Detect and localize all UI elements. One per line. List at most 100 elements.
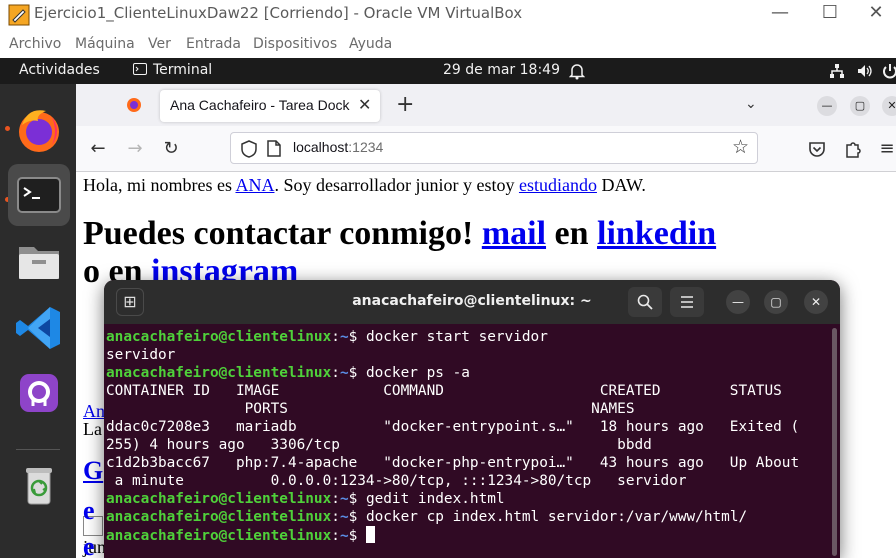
app-menu-label: Terminal (153, 62, 213, 78)
virtualbox-titlebar: Ejercicio1_ClienteLinuxDaw22 [Corriendo]… (0, 0, 896, 30)
prompt-colon: : (331, 329, 340, 345)
prompt-colon: : (331, 528, 340, 544)
hamburger-menu-icon[interactable]: ≡ (876, 138, 896, 160)
bookmark-star-icon[interactable]: ☆ (732, 136, 749, 158)
contact-text-2: en (546, 215, 598, 252)
command-text: gedit index.html (365, 491, 505, 507)
terminal-headerbar: ⊞ anacachafeiro@clientelinux: ~ — ▢ ✕ (104, 280, 840, 324)
firefox-tab-icon (127, 98, 141, 112)
partial-heading-g[interactable]: G (83, 456, 103, 486)
terminal-output-line: c1d2b3bacc67 php:7.4-apache "docker-php-… (106, 455, 800, 471)
text-cursor (365, 526, 375, 543)
terminal-output-line: 255) 4 hours ago 3306/tcp bbdd (106, 437, 652, 453)
prompt-user: anacachafeiro@clientelinux (106, 329, 332, 345)
terminal-menu-button[interactable] (670, 287, 704, 317)
menu-entrada[interactable]: Entrada (186, 36, 241, 52)
app-menu[interactable]: Terminal (133, 62, 212, 78)
activities-button[interactable]: Actividades (19, 62, 100, 78)
reload-button[interactable]: ↻ (160, 138, 182, 160)
terminal-icon[interactable] (8, 164, 70, 226)
intro-text-2: . Soy desarrollador junior y estoy (274, 175, 519, 195)
prompt-colon: : (331, 365, 340, 381)
vscode-logo (16, 307, 60, 349)
prompt-user: anacachafeiro@clientelinux (106, 509, 332, 525)
hamburger-icon (681, 296, 693, 308)
back-button[interactable]: ← (87, 138, 109, 160)
menu-maquina[interactable]: Máquina (75, 36, 135, 52)
page-info-icon[interactable] (267, 140, 281, 157)
firefox-close-button[interactable]: ✕ (882, 96, 896, 116)
close-button[interactable]: ✕ (856, 2, 896, 26)
ana-link[interactable]: ANA (235, 175, 274, 195)
terminal-scrollbar[interactable] (832, 328, 837, 556)
network-icon[interactable] (829, 63, 845, 79)
linkedin-link[interactable]: linkedin (597, 215, 716, 252)
terminal-output-line: a minute 0.0.0.0:1234->80/tcp, :::1234->… (106, 473, 687, 489)
search-icon (637, 294, 653, 310)
vscode-icon[interactable] (8, 297, 70, 359)
firefox-maximize-button[interactable]: ▢ (850, 96, 870, 116)
files-icon[interactable] (8, 231, 70, 293)
tab-active[interactable]: Ana Cachafeiro - Tarea Docker ✕ (160, 90, 380, 122)
partial-link-e2[interactable]: e (83, 532, 95, 558)
ubuntu-dock (0, 84, 76, 558)
trash-logo (26, 468, 52, 505)
extensions-icon[interactable] (844, 139, 862, 159)
tab-close-icon[interactable]: ✕ (358, 95, 371, 114)
prompt-path: ~ (339, 329, 349, 345)
menu-archivo[interactable]: Archivo (9, 36, 61, 52)
prompt-user: anacachafeiro@clientelinux (106, 365, 332, 381)
menu-ver[interactable]: Ver (148, 36, 171, 52)
forward-button[interactable]: → (124, 138, 146, 160)
github-desktop-logo (20, 374, 58, 412)
terminal-output-line: CONTAINER ID IMAGE COMMAND CREATED STATU… (106, 383, 782, 399)
mail-link[interactable]: mail (482, 215, 546, 252)
prompt-path: ~ (339, 509, 349, 525)
minimize-button[interactable]: — (760, 2, 800, 26)
terminal-command-line: anacachafeiro@clientelinux:~$ docker cp … (106, 508, 832, 526)
contact-text-1: Puedes contactar conmigo! (83, 215, 482, 252)
firefox-icon[interactable] (8, 99, 70, 161)
terminal-minimize-button[interactable]: — (726, 290, 750, 314)
url-port: :1234 (348, 139, 384, 155)
prompt-path: ~ (339, 528, 349, 544)
github-desktop-icon[interactable] (8, 362, 70, 424)
list-tabs-button[interactable]: ⌄ (745, 96, 757, 112)
terminal-command-line: anacachafeiro@clientelinux:~$ docker ps … (106, 364, 832, 382)
intro-paragraph: Hola, mi nombres es ANA. Soy desarrollad… (83, 175, 646, 196)
command-text: docker start servidor (365, 329, 548, 345)
firefox-logo (19, 110, 59, 152)
prompt-symbol: $ (348, 329, 366, 345)
intro-text-1: Hola, mi nombres es (83, 175, 236, 195)
terminal-command-line: anacachafeiro@clientelinux:~$ (106, 526, 832, 544)
power-icon[interactable] (882, 63, 896, 79)
menu-dispositivos[interactable]: Dispositivos (253, 36, 337, 52)
url-bar[interactable]: localhost:1234 ☆ (230, 132, 758, 164)
pocket-icon[interactable] (808, 140, 826, 158)
clock[interactable]: 29 de mar 18:49 (443, 62, 560, 78)
terminal-search-button[interactable] (628, 287, 662, 317)
volume-icon[interactable] (857, 63, 873, 79)
terminal-command-line: anacachafeiro@clientelinux:~$ gedit inde… (106, 490, 832, 508)
menu-ayuda[interactable]: Ayuda (349, 36, 392, 52)
terminal-close-button[interactable]: ✕ (804, 290, 828, 314)
new-tab-button[interactable]: + (396, 92, 414, 117)
maximize-button[interactable]: ☐ (810, 2, 850, 26)
terminal-output[interactable]: anacachafeiro@clientelinux:~$ docker sta… (106, 328, 832, 558)
navigation-toolbar: ← → ↻ localhost:1234 ☆ ≡ (76, 126, 896, 172)
virtualbox-menubar: Archivo Máquina Ver Entrada Dispositivos… (0, 30, 896, 58)
firefox-minimize-button[interactable]: — (817, 96, 837, 116)
trash-icon[interactable] (8, 456, 70, 518)
estudiando-link[interactable]: estudiando (519, 175, 597, 195)
terminal-maximize-button[interactable]: ▢ (764, 290, 788, 314)
intro-text-3: DAW. (596, 175, 646, 195)
partial-text-la: La (83, 419, 102, 439)
partial-link-e1[interactable]: e (83, 496, 95, 526)
command-text: docker ps -a (365, 365, 470, 381)
prompt-symbol: $ (348, 509, 366, 525)
shield-icon[interactable] (241, 140, 257, 158)
tab-bar: Ana Cachafeiro - Tarea Docker ✕ + ⌄ — ▢ … (76, 84, 896, 126)
terminal-small-icon (133, 63, 147, 75)
prompt-user: anacachafeiro@clientelinux (106, 491, 332, 507)
prompt-path: ~ (339, 491, 349, 507)
